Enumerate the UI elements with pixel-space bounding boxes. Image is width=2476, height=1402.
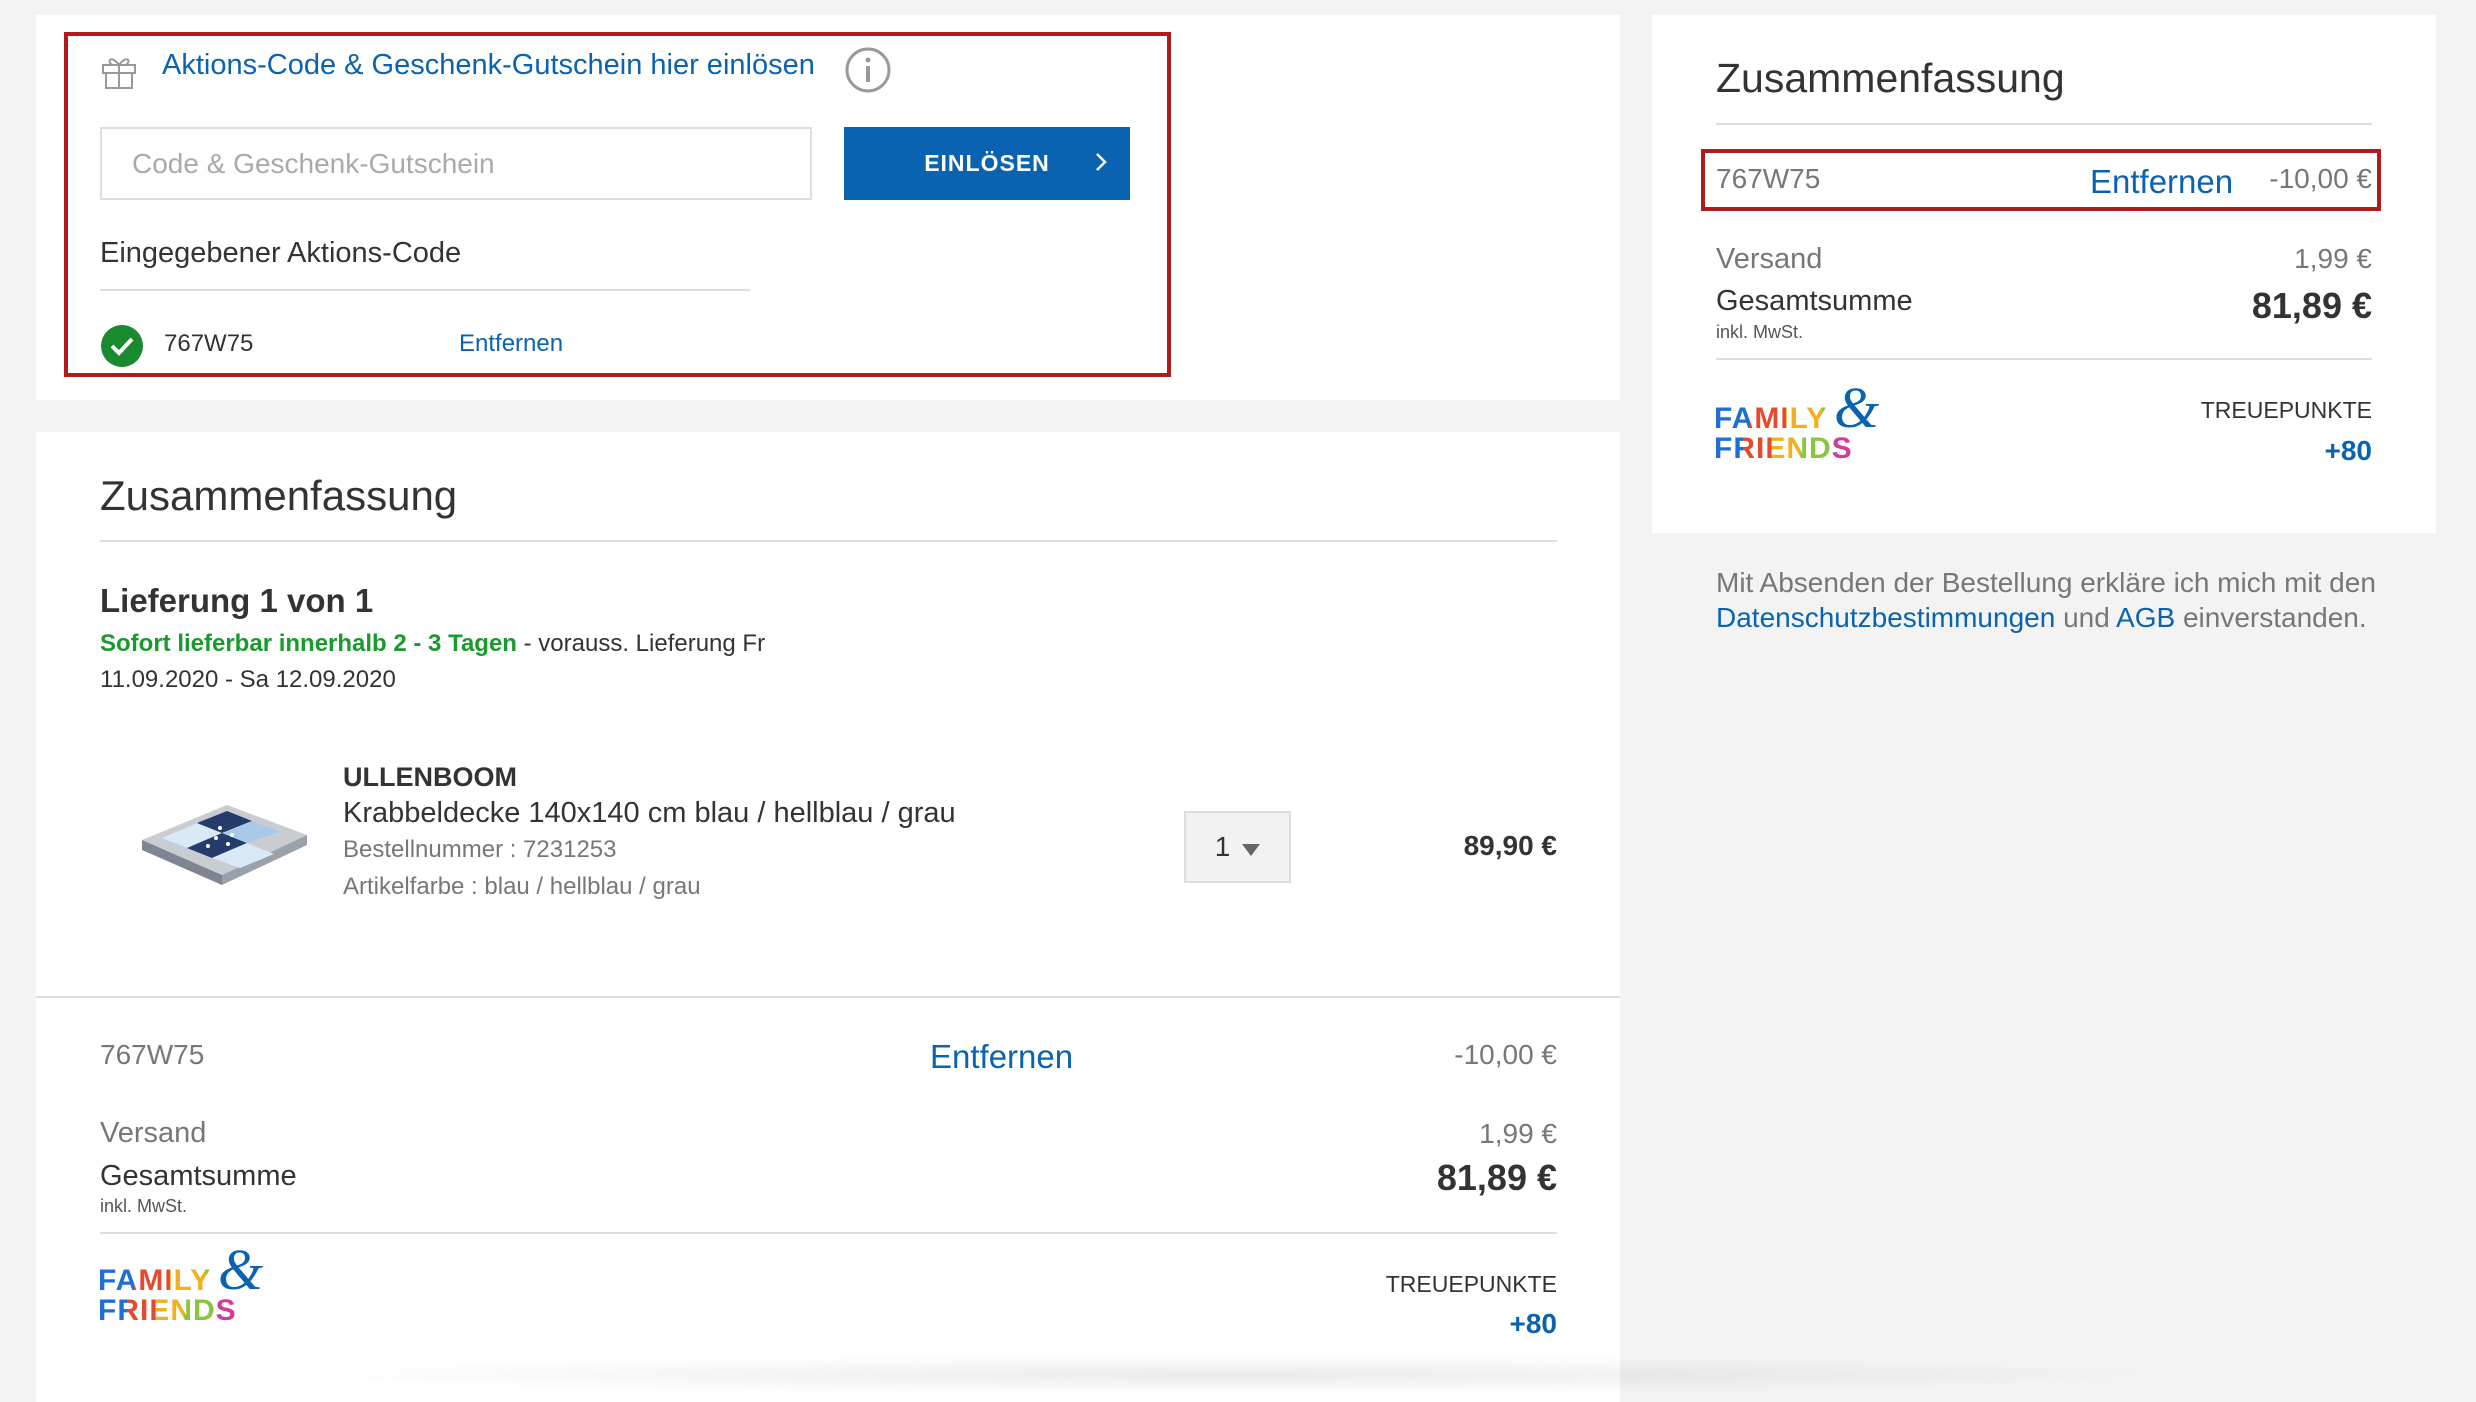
side-total-divider	[1716, 358, 2372, 360]
chevron-right-icon	[1094, 149, 1108, 181]
side-loyalty-value: +80	[2324, 435, 2373, 466]
family-friends-logo-amp: &	[218, 1237, 264, 1302]
check-icon	[100, 324, 144, 368]
side-coupon-code: 767W75	[1716, 163, 1821, 194]
side-family-friends-logo: FAMILY FRIENDS &	[1714, 375, 1894, 479]
delivery-info: Sofort lieferbar innerhalb 2 - 3 Tagen -…	[100, 626, 860, 698]
product-order-number: Bestellnummer : 7231253	[343, 836, 617, 863]
summary-title-divider	[100, 540, 1557, 542]
side-title-divider	[1716, 123, 2372, 125]
summary-card	[36, 432, 1620, 1402]
product-image[interactable]	[132, 790, 312, 900]
main-coupon-value: -10,00 €	[1454, 1039, 1557, 1070]
privacy-policy-link[interactable]: Datenschutzbestimmungen	[1716, 602, 2055, 633]
side-total-label: Gesamtsumme	[1716, 285, 1913, 317]
redeem-button[interactable]: EINLÖSEN	[844, 127, 1130, 200]
legal-text: Mit Absenden der Bestellung erkläre ich …	[1716, 565, 2416, 635]
side-total-value: 81,89 €	[2251, 285, 2372, 326]
coupon-code-input[interactable]	[100, 127, 812, 200]
side-loyalty-label: TREUEPUNKTE	[2200, 397, 2372, 423]
main-loyalty-value: +80	[1509, 1308, 1558, 1339]
main-shipping-value: 1,99 €	[1479, 1118, 1557, 1149]
main-total-label: Gesamtsumme	[100, 1160, 297, 1192]
main-total-divider	[100, 1232, 1557, 1234]
product-color: Artikelfarbe : blau / hellblau / grau	[343, 873, 701, 900]
legal-text-1: Mit Absenden der Bestellung erkläre ich …	[1716, 567, 2376, 598]
side-family-friends-logo-amp: &	[1834, 375, 1880, 440]
info-icon[interactable]	[844, 46, 892, 94]
caret-down-icon	[1242, 831, 1261, 863]
availability-text: Sofort lieferbar innerhalb 2 - 3 Tagen	[100, 630, 517, 657]
legal-and: und	[2055, 602, 2117, 633]
entered-code-value: 767W75	[164, 330, 254, 357]
product-brand: ULLENBOOM	[343, 762, 517, 792]
main-loyalty-label: TREUEPUNKTE	[1385, 1271, 1557, 1297]
main-shipping-label: Versand	[100, 1117, 207, 1149]
coupon-title-link[interactable]: Aktions-Code & Geschenk-Gutschein hier e…	[162, 49, 815, 82]
main-coupon-code: 767W75	[100, 1039, 205, 1070]
terms-link[interactable]: AGB	[2116, 602, 2175, 633]
main-total-value: 81,89 €	[1436, 1157, 1557, 1198]
product-price: 89,90 €	[1463, 830, 1557, 861]
product-divider	[36, 996, 1620, 998]
delivery-heading: Lieferung 1 von 1	[100, 582, 374, 619]
side-shipping-value: 1,99 €	[2294, 243, 2372, 274]
family-friends-logo: FAMILY FRIENDS &	[98, 1237, 278, 1341]
delivery-estimate-2: 11.09.2020 - Sa 12.09.2020	[100, 666, 396, 693]
product-name[interactable]: Krabbeldecke 140x140 cm blau / hellblau …	[343, 797, 956, 830]
quantity-value: 1	[1214, 831, 1231, 862]
redeem-button-label: EINLÖSEN	[924, 150, 1050, 176]
quantity-select[interactable]: 1	[1184, 811, 1291, 883]
entered-code-heading: Eingegebener Aktions-Code	[100, 237, 462, 269]
side-shipping-label: Versand	[1716, 243, 1823, 275]
gift-icon	[100, 52, 138, 90]
side-coupon-value: -10,00 €	[2269, 163, 2372, 194]
entered-code-remove-link[interactable]: Entfernen	[459, 330, 563, 358]
main-coupon-remove-link[interactable]: Entfernen	[930, 1038, 1073, 1076]
legal-text-2: einverstanden.	[2175, 602, 2367, 633]
main-vat-note: inkl. MwSt.	[100, 1196, 188, 1216]
delivery-estimate-1: - vorauss. Lieferung Fr	[516, 630, 766, 657]
bottom-shadow	[270, 1355, 2190, 1395]
side-summary-title: Zusammenfassung	[1716, 55, 2065, 101]
summary-title: Zusammenfassung	[100, 472, 458, 519]
entered-code-divider	[100, 289, 750, 291]
side-vat-note: inkl. MwSt.	[1716, 322, 1804, 342]
coupon-highlight-box	[64, 32, 1171, 377]
